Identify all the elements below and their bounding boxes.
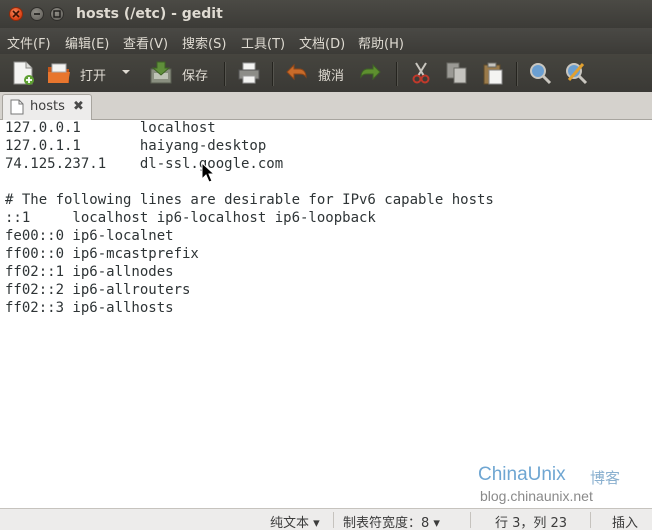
save-icon[interactable] [148, 60, 174, 86]
menu-tools[interactable]: 工具(T) [241, 33, 285, 52]
tab-width-label: 制表符宽度：8 [343, 516, 430, 530]
watermark-url: blog.chinaunix.net [480, 488, 593, 504]
code-line: 127.0.0.1 localhost [5, 120, 216, 136]
paste-icon[interactable] [480, 60, 506, 86]
close-tab-icon[interactable]: ✖ [73, 99, 84, 114]
toolbar-separator [272, 62, 274, 86]
find-replace-icon[interactable] [563, 60, 589, 86]
code-line: ff02::3 ip6-allhosts [5, 300, 174, 316]
undo-label[interactable]: 撤消 [318, 65, 344, 84]
code-line: # The following lines are desirable for … [5, 192, 494, 208]
tab-width-selector[interactable]: 制表符宽度：8 ▾ [343, 512, 440, 530]
text-file-icon [10, 99, 24, 115]
code-line: ff00::0 ip6-mcastprefix [5, 246, 199, 262]
maximize-window-button[interactable] [50, 7, 64, 21]
find-icon[interactable] [527, 60, 553, 86]
toolbar-separator [396, 62, 398, 86]
open-dropdown-arrow-icon[interactable] [121, 69, 131, 77]
menu-search[interactable]: 搜索(S) [182, 33, 226, 52]
title-bar[interactable]: hosts (/etc) - gedit [0, 0, 652, 28]
open-label[interactable]: 打开 [80, 65, 106, 84]
menu-bar: 文件(F) 编辑(E) 查看(V) 搜索(S) 工具(T) 文档(D) 帮助(H… [0, 28, 652, 54]
menu-documents[interactable]: 文档(D) [299, 33, 345, 52]
text-editor[interactable]: 127.0.0.1 localhost 127.0.1.1 haiyang-des… [0, 120, 652, 508]
mouse-pointer-icon [201, 162, 215, 183]
toolbar-separator [516, 62, 518, 86]
menu-edit[interactable]: 编辑(E) [65, 33, 109, 52]
gedit-window: hosts (/etc) - gedit 文件(F) 编辑(E) 查看(V) 搜… [0, 0, 652, 530]
code-line: 127.0.1.1 haiyang-desktop [5, 138, 267, 154]
tab-hosts[interactable]: hosts ✖ [2, 94, 92, 120]
document-tab-strip: hosts ✖ [0, 92, 652, 120]
status-separator [470, 512, 471, 528]
status-separator [333, 512, 334, 528]
language-label: 纯文本 [270, 516, 310, 530]
menu-help[interactable]: 帮助(H) [358, 33, 404, 52]
tab-label: hosts [30, 99, 65, 114]
window-title: hosts (/etc) - gedit [76, 6, 223, 22]
new-document-icon[interactable] [10, 60, 36, 86]
minimize-window-button[interactable] [30, 7, 44, 21]
print-icon[interactable] [236, 60, 262, 86]
save-label[interactable]: 保存 [182, 65, 208, 84]
close-icon [12, 10, 20, 18]
minimize-icon [34, 13, 40, 15]
insert-mode: 插入 [612, 516, 639, 530]
watermark-brand: ChinaUnix [478, 464, 566, 485]
toolbar-separator [224, 62, 226, 86]
copy-icon[interactable] [444, 60, 470, 86]
open-folder-icon[interactable] [46, 60, 72, 86]
undo-icon[interactable] [283, 60, 309, 86]
cut-icon[interactable] [408, 60, 434, 86]
code-line: ff02::1 ip6-allnodes [5, 264, 174, 280]
watermark-logo: ChinaUnix [478, 464, 566, 486]
menu-view[interactable]: 查看(V) [123, 33, 168, 52]
redo-icon[interactable] [358, 60, 384, 86]
code-line: ::1 localhost ip6-localhost ip6-loopback [5, 210, 376, 226]
close-window-button[interactable] [9, 7, 23, 21]
code-line: ff02::2 ip6-allrouters [5, 282, 191, 298]
code-line: 74.125.237.1 dl-ssl.google.com [5, 156, 284, 172]
language-selector[interactable]: 纯文本 ▾ [270, 512, 320, 530]
code-line: fe00::0 ip6-localnet [5, 228, 174, 244]
maximize-icon [53, 10, 61, 18]
toolbar: 打开 保存 撤消 [0, 54, 652, 92]
menu-file[interactable]: 文件(F) [7, 33, 51, 52]
watermark-suffix: 博客 [590, 469, 621, 487]
status-bar: 纯文本 ▾ 制表符宽度：8 ▾ 行 3，列 23 插入 [0, 508, 652, 530]
status-separator [590, 512, 591, 528]
cursor-position: 行 3，列 23 [495, 516, 568, 530]
